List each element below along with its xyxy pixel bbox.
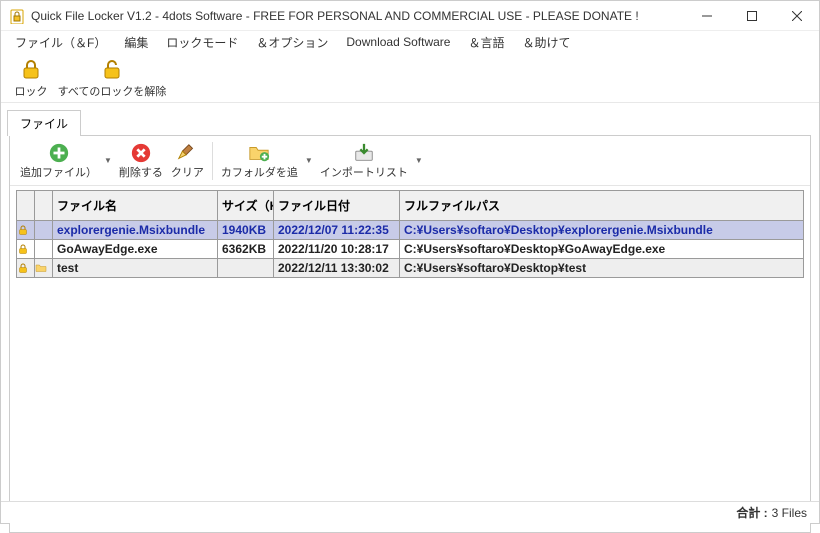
tab-files[interactable]: ファイル	[7, 110, 81, 136]
unlock-icon	[100, 57, 124, 81]
table-header-row: ファイル名 サイズ（KB） ファイル日付 フルファイルパス	[17, 191, 804, 221]
cell-date: 2022/11/20 10:28:17	[274, 240, 400, 259]
close-button[interactable]	[774, 1, 819, 31]
cell-path: C:¥Users¥softaro¥Desktop¥explorergenie.M…	[400, 221, 804, 240]
clear-label: クリア	[171, 164, 204, 180]
cell-name: explorergenie.Msixbundle	[53, 221, 218, 240]
menu-help[interactable]: ＆助けて	[514, 32, 578, 53]
main-toolbar: ロック すべてのロックを解除	[1, 53, 819, 103]
menu-download[interactable]: Download Software	[338, 33, 458, 51]
lock-icon	[17, 221, 35, 240]
import-list-button[interactable]: インポートリスト	[316, 139, 412, 183]
col-icon2[interactable]	[35, 191, 53, 221]
window-title: Quick File Locker V1.2 - 4dots Software …	[31, 9, 684, 23]
add-folder-label: カフォルダを追	[221, 164, 298, 180]
minimize-button[interactable]	[684, 1, 729, 31]
delete-label: 削除する	[119, 164, 163, 180]
col-icon1[interactable]	[17, 191, 35, 221]
add-file-label: 追加ファイル）	[20, 164, 97, 180]
add-folder-dropdown[interactable]: ▼	[302, 156, 316, 165]
blank-cell	[35, 221, 53, 240]
folder-icon	[35, 259, 53, 278]
import-list-label: インポートリスト	[320, 164, 408, 180]
menu-language[interactable]: ＆言語	[460, 32, 512, 53]
cell-date: 2022/12/07 11:22:35	[274, 221, 400, 240]
table-row[interactable]: GoAwayEdge.exe6362KB2022/11/20 10:28:17C…	[17, 240, 804, 259]
unlock-all-button[interactable]: すべてのロックを解除	[57, 55, 167, 101]
folder-plus-icon	[248, 142, 270, 164]
menu-file[interactable]: ファイル（＆F）	[7, 32, 114, 53]
file-table: ファイル名 サイズ（KB） ファイル日付 フルファイルパス explorerge…	[16, 190, 804, 278]
x-circle-icon	[130, 142, 152, 164]
broom-icon	[176, 142, 198, 164]
unlock-all-label: すべてのロックを解除	[58, 83, 167, 99]
action-toolbar: 追加ファイル） ▼ 削除する クリア カフォルダを追 ▼ インポートリスト ▼	[10, 136, 810, 186]
statusbar: 合計 : 3 Files	[1, 501, 819, 523]
cell-size: 6362KB	[218, 240, 274, 259]
cell-name: GoAwayEdge.exe	[53, 240, 218, 259]
col-size[interactable]: サイズ（KB）	[218, 191, 274, 221]
table-row[interactable]: explorergenie.Msixbundle1940KB2022/12/07…	[17, 221, 804, 240]
plus-circle-icon	[48, 142, 70, 164]
toolbar-separator	[212, 142, 213, 180]
delete-button[interactable]: 削除する	[115, 139, 167, 183]
col-date[interactable]: ファイル日付	[274, 191, 400, 221]
cell-path: C:¥Users¥softaro¥Desktop¥GoAwayEdge.exe	[400, 240, 804, 259]
add-file-dropdown[interactable]: ▼	[101, 156, 115, 165]
clear-button[interactable]: クリア	[167, 139, 208, 183]
cell-size	[218, 259, 274, 278]
blank-cell	[35, 240, 53, 259]
maximize-button[interactable]	[729, 1, 774, 31]
add-folder-button[interactable]: カフォルダを追	[217, 139, 302, 183]
add-file-button[interactable]: 追加ファイル）	[16, 139, 101, 183]
titlebar: Quick File Locker V1.2 - 4dots Software …	[1, 1, 819, 31]
lock-icon	[19, 57, 43, 81]
menubar: ファイル（＆F） 編集 ロックモード ＆オプション Download Softw…	[1, 31, 819, 53]
cell-name: test	[53, 259, 218, 278]
menu-lockmode[interactable]: ロックモード	[158, 32, 246, 53]
menu-edit[interactable]: 編集	[116, 32, 156, 53]
menu-options[interactable]: ＆オプション	[248, 32, 336, 53]
cell-date: 2022/12/11 13:30:02	[274, 259, 400, 278]
import-icon	[353, 142, 375, 164]
table-row[interactable]: test 2022/12/11 13:30:02C:¥Users¥softaro¥…	[17, 259, 804, 278]
col-name[interactable]: ファイル名	[53, 191, 218, 221]
lock-label: ロック	[15, 83, 48, 99]
col-path[interactable]: フルファイルパス	[400, 191, 804, 221]
cell-size: 1940KB	[218, 221, 274, 240]
app-icon	[9, 8, 25, 24]
lock-icon	[17, 259, 35, 278]
import-list-dropdown[interactable]: ▼	[412, 156, 426, 165]
file-table-wrap: ファイル名 サイズ（KB） ファイル日付 フルファイルパス explorerge…	[10, 186, 810, 532]
status-total-label: 合計 :	[736, 504, 767, 521]
tabstrip: ファイル	[7, 109, 819, 135]
status-file-count: 3 Files	[772, 506, 807, 520]
lock-icon	[17, 240, 35, 259]
content-panel: 追加ファイル） ▼ 削除する クリア カフォルダを追 ▼ インポートリスト ▼	[9, 135, 811, 533]
lock-button[interactable]: ロック	[5, 55, 57, 101]
cell-path: C:¥Users¥softaro¥Desktop¥test	[400, 259, 804, 278]
